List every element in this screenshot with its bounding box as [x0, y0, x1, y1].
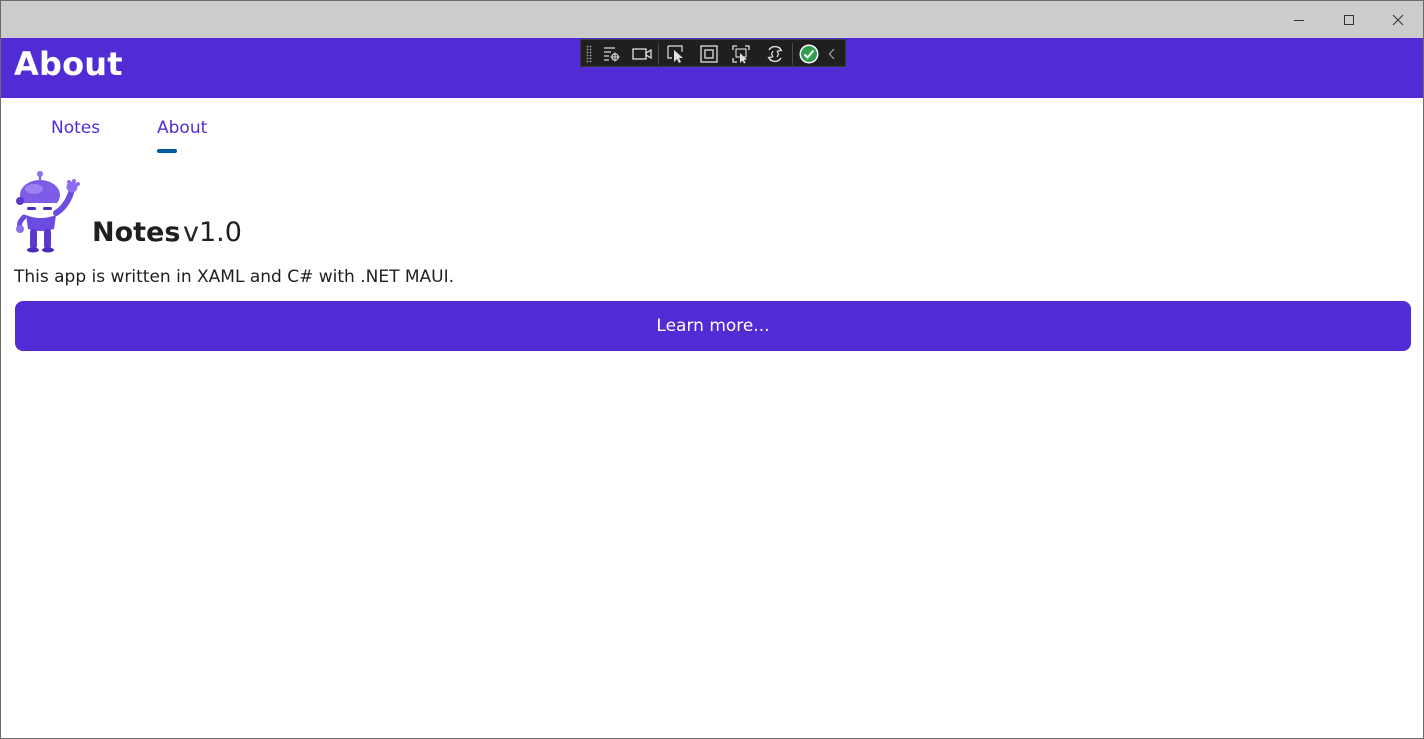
record-icon: [632, 48, 652, 60]
page-title: About: [14, 45, 123, 83]
learn-more-button[interactable]: Learn more...: [15, 301, 1411, 351]
close-button[interactable]: [1374, 1, 1422, 38]
live-visual-tree-icon: [604, 47, 620, 62]
display-layout-adorners-button[interactable]: [698, 43, 720, 65]
minimize-icon: [1294, 19, 1304, 21]
tab-notes[interactable]: Notes: [51, 118, 100, 138]
collapse-toolbar-button[interactable]: [824, 43, 840, 65]
xaml-debug-toolbar: [580, 39, 846, 67]
select-element-button[interactable]: [665, 43, 687, 65]
select-element-icon: [667, 45, 683, 63]
app-version: v1.0: [183, 217, 242, 248]
app-name: Notes: [92, 217, 181, 248]
hot-reload-icon: [767, 45, 783, 63]
record-button[interactable]: [631, 43, 653, 65]
binding-status-icon: [799, 44, 819, 64]
hot-reload-button[interactable]: [764, 43, 786, 65]
tab-about[interactable]: About: [157, 118, 207, 138]
display-layout-adorners-icon: [700, 45, 718, 63]
close-icon: [1392, 14, 1404, 25]
track-focused-element-button[interactable]: [730, 43, 752, 65]
collapse-chevron-icon: [828, 48, 835, 60]
selected-tab-indicator: [157, 149, 177, 153]
app-description: This app is written in XAML and C# with …: [14, 267, 455, 287]
minimize-button[interactable]: [1275, 1, 1323, 38]
live-visual-tree-button[interactable]: [600, 43, 622, 65]
dotnet-bot-icon: [16, 171, 80, 253]
binding-status-button[interactable]: [798, 43, 820, 65]
app-window: About Notes About Notes v1.0 This app is…: [0, 0, 1424, 739]
title-bar: [1, 1, 1423, 38]
maximize-button[interactable]: [1325, 1, 1373, 38]
toolbar-grip-icon[interactable]: [586, 45, 592, 63]
maximize-icon: [1344, 14, 1354, 25]
track-focused-element-icon: [732, 45, 750, 64]
tab-bar: Notes About: [1, 98, 1423, 158]
